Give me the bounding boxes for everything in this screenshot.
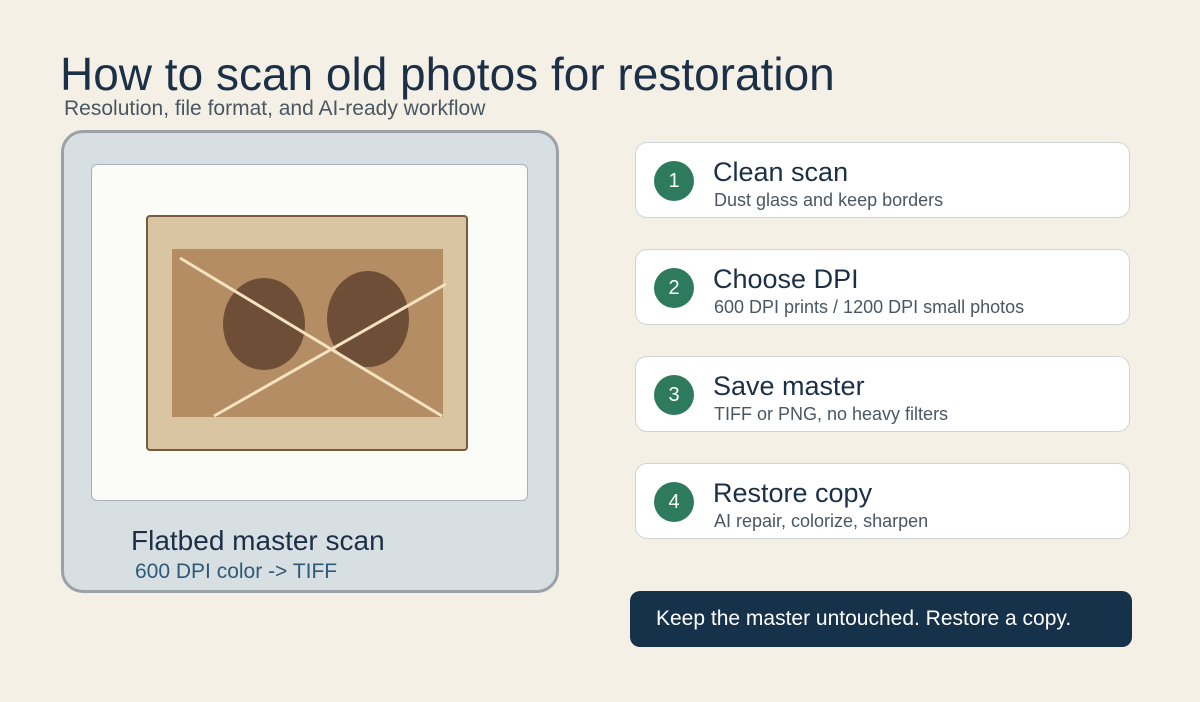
callout-banner: Keep the master untouched. Restore a cop… bbox=[630, 591, 1132, 647]
step-card-restore-copy: 4 Restore copy AI repair, colorize, shar… bbox=[635, 463, 1130, 539]
step-number-badge: 1 bbox=[654, 161, 694, 201]
step-number-badge: 2 bbox=[654, 268, 694, 308]
step-description: AI repair, colorize, sharpen bbox=[714, 511, 929, 531]
step-description: 600 DPI prints / 1200 DPI small photos bbox=[714, 297, 1025, 317]
step-card-clean-scan: 1 Clean scan Dust glass and keep borders bbox=[635, 142, 1130, 218]
step-number-badge: 3 bbox=[654, 375, 694, 415]
page-subtitle: Resolution, file format, and AI-ready wo… bbox=[64, 97, 486, 120]
scanner-glass bbox=[91, 164, 528, 501]
step-title: Clean scan bbox=[713, 157, 849, 187]
page-title: How to scan old photos for restoration bbox=[60, 48, 835, 100]
step-number-badge: 4 bbox=[654, 482, 694, 522]
step-description: TIFF or PNG, no heavy filters bbox=[714, 404, 949, 424]
damaged-photo-icon bbox=[146, 215, 468, 451]
step-card-choose-dpi: 2 Choose DPI 600 DPI prints / 1200 DPI s… bbox=[635, 249, 1130, 325]
step-title: Save master bbox=[713, 371, 865, 401]
scanner-label: Flatbed master scan bbox=[131, 525, 385, 556]
step-card-save-master: 3 Save master TIFF or PNG, no heavy filt… bbox=[635, 356, 1130, 432]
step-description: Dust glass and keep borders bbox=[714, 190, 944, 210]
step-title: Choose DPI bbox=[713, 264, 859, 294]
step-title: Restore copy bbox=[713, 478, 873, 508]
scanner-panel: Flatbed master scan 600 DPI color -> TIF… bbox=[61, 130, 559, 593]
scanner-sublabel: 600 DPI color -> TIFF bbox=[135, 560, 338, 583]
